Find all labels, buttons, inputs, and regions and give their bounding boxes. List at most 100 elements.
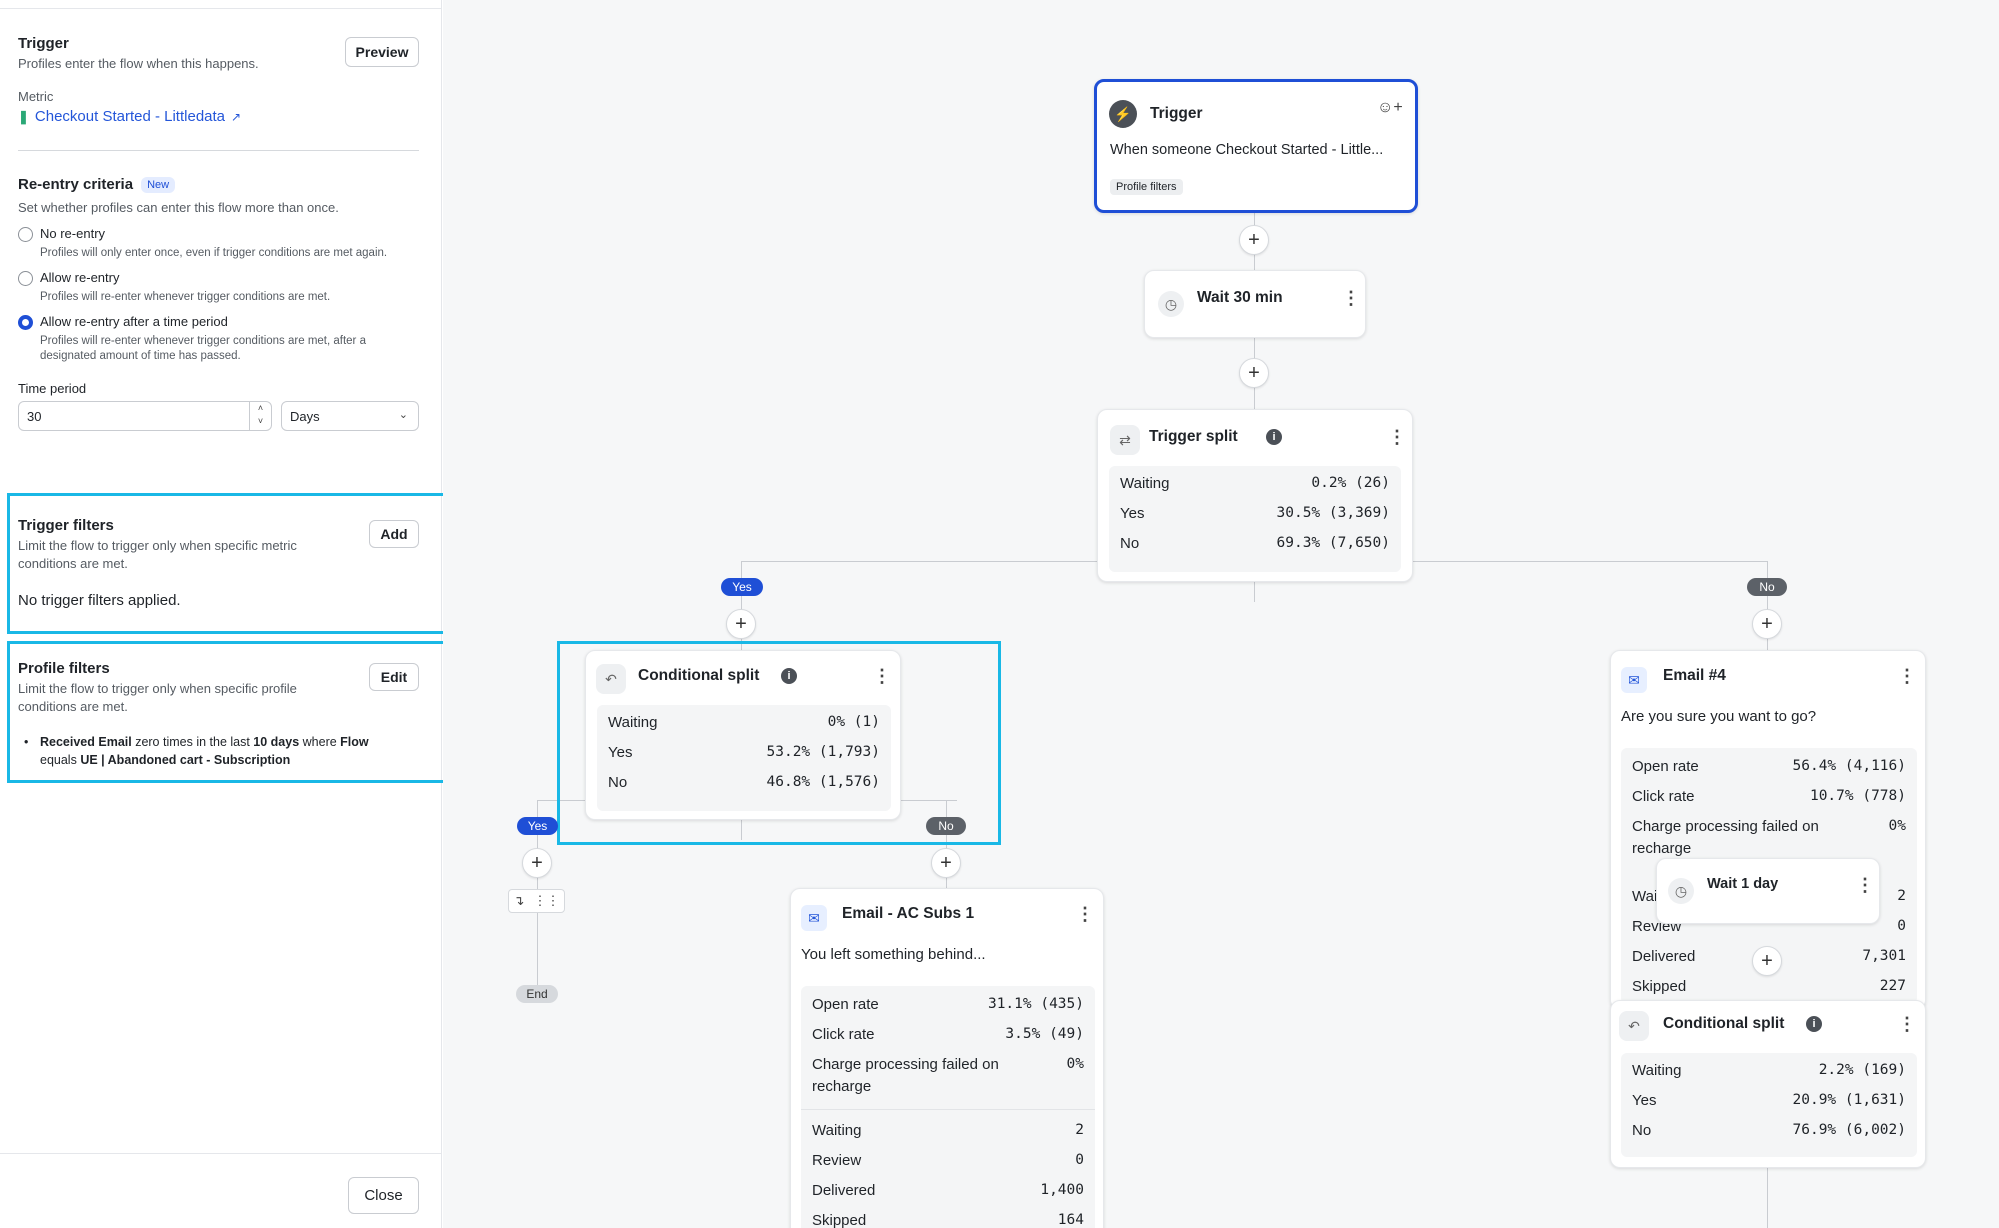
add-step-button[interactable]: +	[1239, 358, 1269, 388]
stat-value: 164	[1057, 1212, 1084, 1228]
stat-value: 7,301	[1862, 948, 1906, 964]
trigger-filters-desc: conditions are met.	[18, 556, 128, 571]
radio-no-reentry[interactable]	[18, 227, 33, 242]
divider	[18, 150, 419, 151]
email-node-title: Email - AC Subs 1	[842, 905, 975, 922]
more-options-icon[interactable]: ⋮	[1342, 289, 1360, 307]
stat-label: No	[1632, 1122, 1652, 1139]
rule-part: UE | Abandoned cart - Subscription	[80, 753, 291, 767]
stat-label: recharge	[812, 1078, 872, 1095]
wait-node[interactable]: ◷ Wait 30 min ⋮	[1144, 270, 1366, 338]
more-options-icon[interactable]: ⋮	[1898, 1015, 1916, 1033]
option-label: No re-entry	[40, 226, 106, 241]
stat-label: Wai	[1632, 888, 1658, 905]
no-branch-label: No	[926, 817, 966, 835]
split-icon: ↶	[1619, 1011, 1649, 1041]
add-user-icon[interactable]: ☺+	[1377, 99, 1403, 117]
reentry-title: Re-entry criteria	[18, 176, 134, 193]
add-step-button[interactable]: +	[522, 848, 552, 878]
trigger-filters-desc: Limit the flow to trigger only when spec…	[18, 538, 297, 553]
conditional-split-node[interactable]: ↶ Conditional split i ⋮ Waiting 2.2% (16…	[1610, 1000, 1926, 1168]
stat-label: Waiting	[1120, 475, 1170, 492]
trigger-node[interactable]: ⚡ Trigger ☺+ When someone Checkout Start…	[1094, 79, 1418, 213]
edit-profile-filter-button[interactable]: Edit	[369, 663, 419, 691]
yes-branch-label: Yes	[721, 578, 763, 596]
stat-value: 10.7% (778)	[1809, 788, 1906, 804]
stat-value: 69.3% (7,650)	[1276, 535, 1391, 551]
split-icon: ⇄	[1110, 425, 1140, 455]
drag-handle-icon[interactable]: ⋮⋮	[533, 893, 559, 909]
metric-label: Metric	[18, 89, 54, 104]
stat-value: 56.4% (4,116)	[1792, 758, 1907, 774]
option-desc: designated amount of time has passed.	[40, 350, 241, 362]
option-desc: Profiles will re-enter whenever trigger …	[40, 291, 331, 303]
rule-part: 10 days	[253, 735, 300, 749]
stat-label: Click rate	[812, 1026, 875, 1043]
wait-node[interactable]: ◷ Wait 1 day ⋮	[1656, 858, 1880, 924]
divider	[801, 1109, 1095, 1110]
email-stats: Open rate 31.1% (435) Click rate 3.5% (4…	[801, 986, 1095, 1228]
branch-icon[interactable]: ↴	[514, 893, 525, 909]
split-icon: ↶	[596, 664, 626, 694]
add-step-button[interactable]: +	[1239, 225, 1269, 255]
add-step-button[interactable]: +	[931, 848, 961, 878]
connector	[1767, 1160, 1768, 1228]
radio-allow-reentry[interactable]	[18, 271, 33, 286]
profile-filters-desc: Limit the flow to trigger only when spec…	[18, 681, 297, 696]
conditional-split-title: Conditional split	[638, 667, 760, 684]
more-options-icon[interactable]: ⋮	[1076, 905, 1094, 923]
add-step-button[interactable]: +	[1752, 609, 1782, 639]
info-icon[interactable]: i	[1266, 429, 1282, 445]
flow-canvas[interactable]: ⚡ Trigger ☺+ When someone Checkout Start…	[443, 0, 1999, 1228]
metric-link[interactable]: ❚ Checkout Started - Littledata ↗	[18, 108, 241, 125]
preview-button[interactable]: Preview	[345, 37, 419, 67]
time-unit-select[interactable]: Days ⌄	[281, 401, 419, 431]
more-options-icon[interactable]: ⋮	[1856, 876, 1874, 894]
metric-link-text[interactable]: Checkout Started - Littledata	[35, 108, 225, 125]
email-node[interactable]: ✉ Email - AC Subs 1 ⋮ You left something…	[790, 888, 1104, 1228]
stat-label: Open rate	[1632, 758, 1699, 775]
time-unit: Days	[290, 409, 320, 424]
no-filters-text: No trigger filters applied.	[18, 592, 181, 609]
time-period-input[interactable]: 30 ˄ ˅	[18, 401, 272, 431]
stat-value: 2.2% (169)	[1818, 1062, 1906, 1078]
trigger-title: Trigger	[18, 35, 69, 52]
trigger-split-node[interactable]: ⇄ Trigger split i ⋮ Waiting 0.2% (26) Ye…	[1097, 409, 1413, 582]
add-trigger-filter-button[interactable]: Add	[369, 520, 419, 548]
stepper-icon[interactable]: ˄ ˅	[249, 402, 271, 430]
add-step-button[interactable]: +	[1752, 946, 1782, 976]
stat-value: 53.2% (1,793)	[766, 744, 881, 760]
stat-value: 46.8% (1,576)	[766, 774, 881, 790]
option-label: Allow re-entry after a time period	[40, 314, 228, 329]
conditional-split-node[interactable]: ↶ Conditional split i ⋮ Waiting 0% (1) Y…	[585, 650, 901, 820]
littledata-icon: ❚	[18, 108, 29, 124]
divider	[0, 8, 442, 9]
stat-label: Click rate	[1632, 788, 1695, 805]
time-period-label: Time period	[18, 381, 87, 396]
split-stats: Waiting 0% (1) Yes 53.2% (1,793) No 46.8…	[597, 705, 891, 811]
profile-filter-rule: • Received Email zero times in the last …	[24, 735, 369, 767]
more-options-icon[interactable]: ⋮	[873, 667, 891, 685]
more-options-icon[interactable]: ⋮	[1898, 667, 1916, 685]
close-button[interactable]: Close	[348, 1177, 419, 1214]
end-label: End	[516, 985, 558, 1003]
stat-label: Delivered	[1632, 948, 1696, 965]
lightning-icon: ⚡	[1109, 100, 1137, 128]
stat-value: 76.9% (6,002)	[1792, 1122, 1907, 1138]
info-icon[interactable]: i	[1806, 1016, 1822, 1032]
branch-toolbar[interactable]: ↴ ⋮⋮	[508, 889, 565, 913]
option-desc: Profiles will only enter once, even if t…	[40, 247, 388, 259]
stat-value: 2	[1075, 1122, 1084, 1138]
stat-value: 0	[1897, 918, 1906, 934]
time-value: 30	[27, 409, 42, 424]
more-options-icon[interactable]: ⋮	[1388, 428, 1406, 446]
stat-value: 1,400	[1040, 1182, 1084, 1198]
stat-label: Charge processing failed on	[1632, 818, 1819, 835]
external-link-icon: ↗	[231, 109, 242, 124]
stat-value: 0%	[1888, 818, 1906, 834]
stat-label: recharge	[1632, 840, 1692, 857]
info-icon[interactable]: i	[781, 668, 797, 684]
add-step-button[interactable]: +	[726, 609, 756, 639]
radio-reentry-after-period[interactable]	[18, 315, 33, 330]
option-desc: Profiles will re-enter whenever trigger …	[40, 335, 366, 347]
